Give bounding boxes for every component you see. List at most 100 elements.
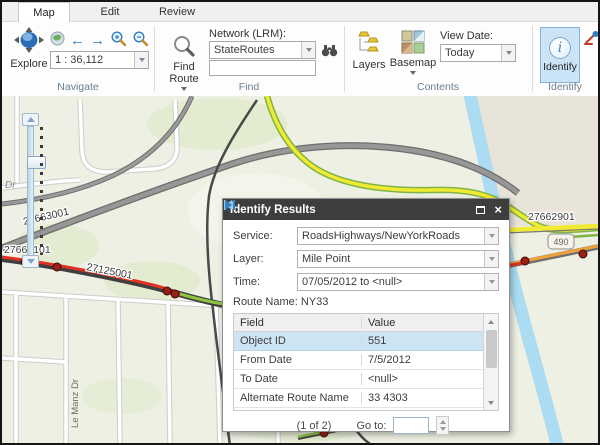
layer-value: Mile Point [298,253,484,265]
route-name-line: Route Name: NY33 [233,296,499,308]
time-value: 07/05/2012 to <null> [298,276,484,288]
network-lrm-value: StateRoutes [210,44,301,56]
chevron-down-icon[interactable] [134,52,148,68]
layer-label: Layer: [233,253,297,265]
route-shield: 490 [548,234,574,249]
service-label: Service: [233,230,297,242]
tab-review[interactable]: Review [152,2,202,22]
ribbon-toolbar: Explore ← → [2,23,598,96]
contents-group-label: Contents [344,81,532,95]
page-indicator: (1 of 2) [297,420,332,432]
network-lrm-combo[interactable]: StateRoutes [209,41,316,59]
street-label-dr: Dr [5,180,16,191]
find-route-label-1: Find [173,61,194,73]
chevron-down-icon[interactable] [484,274,498,290]
identify-results-dialog: Identify Results × Service: RoadsHighway… [222,198,510,432]
zoom-slider-up-button[interactable] [22,113,39,126]
scroll-up-icon[interactable] [484,315,498,328]
tab-edit[interactable]: Edit [88,2,132,22]
pagination-bar: (1 of 2) Go to: [233,411,499,440]
identify-group-label: Identify [532,81,598,95]
search-icon [172,34,196,61]
table-row[interactable]: Object ID 551 [234,332,483,351]
ribbon: Map Edit Review [2,2,598,96]
chevron-down-icon [410,71,416,75]
binoculars-icon[interactable] [321,42,338,63]
back-extent-icon[interactable]: ← [70,34,85,48]
zoom-slider-handle[interactable] [27,156,46,169]
identify-button[interactable]: i Identify [540,27,580,83]
cell-field: From Date [234,354,362,366]
route-input[interactable] [209,60,316,76]
network-lrm-label: Network (LRM): [209,28,286,40]
table-scrollbar[interactable] [483,314,498,410]
explore-compass-icon [13,27,45,58]
table-row[interactable]: To Date <null> [234,370,483,389]
info-icon: i [549,37,571,59]
chevron-down-icon[interactable] [301,42,315,58]
basemap-icon [401,30,425,57]
view-date-value: Today [441,47,501,59]
map-zoom-slider[interactable] [22,113,44,269]
zoom-in-icon[interactable] [110,30,127,52]
view-date-combo[interactable]: Today [440,44,516,62]
chevron-down-icon[interactable] [484,251,498,267]
chevron-down-icon [27,259,35,264]
map-scale-value: 1 : 36,112 [51,54,134,66]
chevron-down-icon[interactable] [484,228,498,244]
goto-page-input[interactable] [393,417,429,434]
view-date-label: View Date: [440,30,493,42]
goto-label: Go to: [356,420,386,432]
scroll-down-icon[interactable] [484,396,498,409]
time-combo[interactable]: 07/05/2012 to <null> [297,273,499,291]
attributes-table: Field Value Object ID 551 From Date 7/5/… [233,313,499,411]
layers-button[interactable]: Layers [350,30,388,71]
zoom-out-icon[interactable] [132,30,149,52]
map-scale-combo[interactable]: 1 : 36,112 [50,51,149,69]
cell-field: Object ID [234,335,362,347]
service-value: RoadsHighways/NewYorkRoads [298,230,484,242]
service-combo[interactable]: RoadsHighways/NewYorkRoads [297,227,499,245]
route-shield-number: 490 [553,237,568,247]
table-row[interactable]: Alternate Route Name 33 4303 [234,389,483,408]
goto-spinner[interactable] [436,416,449,435]
chevron-down-icon[interactable] [501,45,515,61]
close-icon[interactable]: × [494,205,502,215]
map-view[interactable]: 490 27663001 27663101 27125001 27662901 … [2,96,598,443]
cell-value: 551 [362,335,483,347]
route-label-27662901: 27662901 [528,211,575,223]
scrollbar-thumb[interactable] [486,330,497,368]
navigate-group-label: Navigate [2,81,154,95]
table-row[interactable]: From Date 7/5/2012 [234,351,483,370]
value-column-header: Value [362,317,483,329]
field-column-header: Field [234,317,362,329]
spinner-down-icon[interactable] [440,427,446,431]
maximize-icon[interactable] [476,206,485,214]
application-window: Map Edit Review [0,0,600,445]
tab-map[interactable]: Map [18,2,70,22]
street-label-le-manz-dr: Le Manz Dr [70,379,81,428]
chevron-up-icon [27,117,35,122]
layers-label: Layers [352,59,385,71]
layer-combo[interactable]: Mile Point [297,250,499,268]
cell-field: To Date [234,373,362,385]
basemap-button[interactable]: Basemap [390,30,436,75]
time-label: Time: [233,276,297,288]
cell-value: 7/5/2012 [362,354,483,366]
dialog-title-bar[interactable]: Identify Results × [223,199,509,220]
spinner-up-icon[interactable] [440,420,446,424]
cell-value: <null> [362,373,483,385]
dialog-title: Identify Results [230,204,476,216]
route-name-label: Route Name: [233,296,298,308]
basemap-label: Basemap [390,57,436,69]
full-extent-globe-icon[interactable] [50,31,65,51]
forward-extent-icon[interactable]: → [90,34,105,48]
identify-route-locations-icon[interactable] [584,31,599,50]
ribbon-tab-bar: Map Edit Review [2,2,598,22]
explore-button[interactable]: Explore [8,27,50,70]
zoom-slider-down-button[interactable] [22,255,39,268]
zoom-slider-track[interactable] [27,126,34,256]
cell-value: 33 4303 [362,392,483,404]
zoom-slider-ticks [40,127,43,255]
find-group-label: Find [154,81,344,95]
